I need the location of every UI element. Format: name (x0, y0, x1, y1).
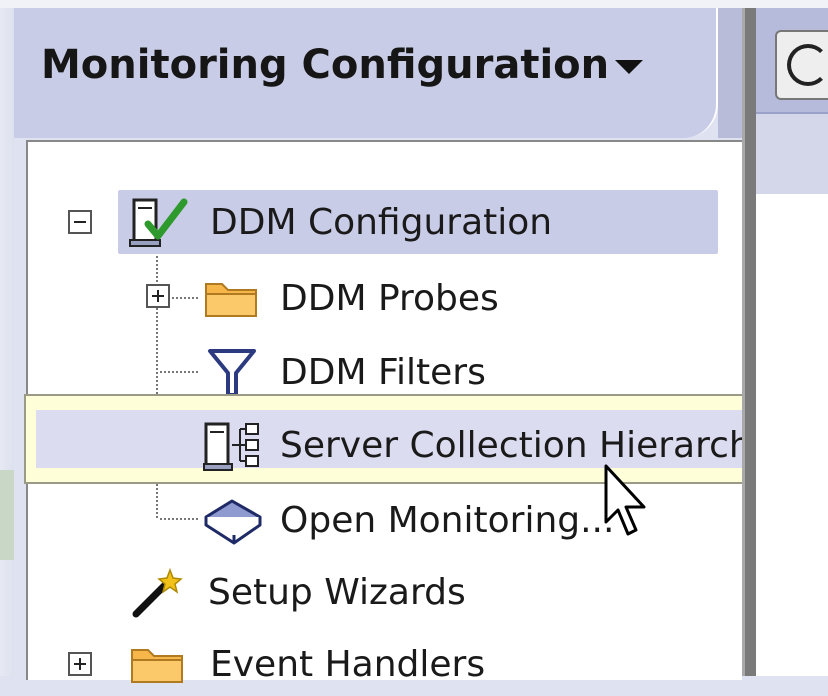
tree-item-label: DDM Probes (280, 277, 499, 319)
folder-icon (205, 283, 257, 317)
tree-item-setup-wizards[interactable]: Setup Wizards (130, 560, 466, 624)
server-hierarchy-icon (203, 422, 259, 471)
tree-item-label: DDM Configuration (210, 201, 553, 243)
mouse-cursor-icon (604, 464, 646, 536)
toolbar-button[interactable] (775, 30, 828, 100)
tree-connector (160, 518, 198, 520)
folder-icon (131, 649, 183, 683)
panel-header-edge (718, 8, 742, 138)
page-background-left (0, 8, 14, 676)
right-pane-content (756, 194, 828, 676)
tree-item-event-handlers[interactable]: Event Handlers (128, 632, 485, 696)
tree-item-label: Open Monitoring... (280, 499, 615, 541)
expand-toggle[interactable] (146, 284, 170, 308)
magic-wand-icon (132, 567, 183, 618)
tree-item-ddm-configuration[interactable]: DDM Configuration (118, 190, 718, 254)
splitter-handle[interactable] (742, 8, 756, 676)
panel-title-dropdown[interactable]: Monitoring Configuration (41, 42, 644, 88)
page-background-accent (0, 470, 14, 560)
tree-item-open-monitoring[interactable]: Open Monitoring... (202, 488, 614, 552)
book-icon (204, 499, 262, 545)
expand-toggle[interactable] (68, 652, 92, 676)
right-pane-header-strip (756, 114, 828, 194)
chevron-down-icon (615, 60, 644, 74)
page-background-top (0, 0, 828, 8)
refresh-icon (787, 44, 828, 86)
tree-item-label: Server Collection Hierarchy (280, 424, 774, 466)
server-check-icon (129, 198, 188, 247)
filter-funnel-icon (208, 349, 256, 397)
tree-connector (160, 371, 198, 373)
collapse-toggle[interactable] (68, 210, 92, 234)
tree-item-label: Setup Wizards (208, 571, 466, 613)
panel-title-label: Monitoring Configuration (41, 42, 610, 88)
tree-item-ddm-probes[interactable]: DDM Probes (202, 266, 499, 330)
tree-connector (172, 297, 198, 299)
tree-item-label: Event Handlers (210, 643, 486, 685)
tree-item-server-collection-hierarchy[interactable]: Server Collection Hierarchy (202, 414, 773, 476)
tree-item-label: DDM Filters (280, 351, 486, 393)
